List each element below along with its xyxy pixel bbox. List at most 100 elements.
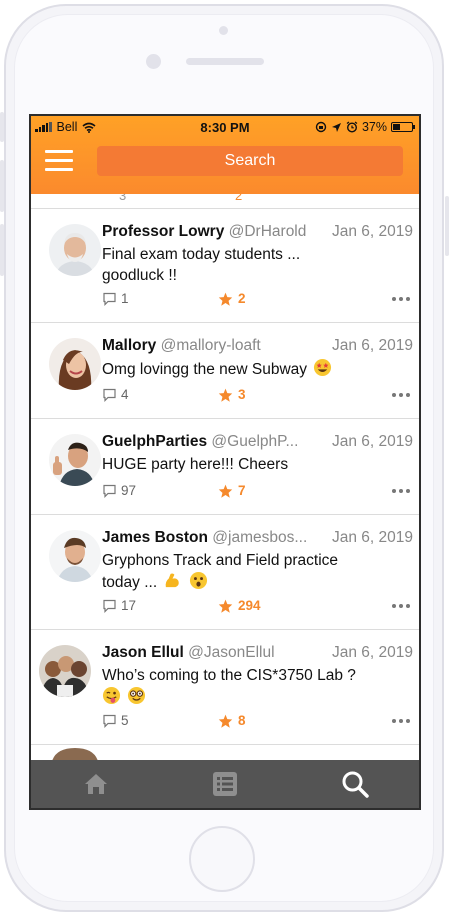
app-header: Bell 8:30 PM 37% Search — [31, 116, 419, 194]
tweet-actions: 1 2 — [102, 291, 412, 309]
star-count: 3 — [238, 387, 246, 402]
flexed-biceps-emoji-icon — [166, 573, 180, 588]
favorite-button[interactable]: 8 — [218, 713, 246, 728]
reply-count: 97 — [121, 483, 137, 498]
tab-bar — [31, 760, 419, 808]
user-handle: @JasonEllul — [188, 644, 275, 661]
power-button — [445, 196, 449, 256]
alarm-icon — [346, 121, 358, 133]
volume-down-button — [0, 224, 4, 276]
avatar[interactable] — [49, 530, 101, 582]
tweet-text: Gryphons Track and Field practice today … — [102, 550, 402, 593]
tweet-actions: 4 3 — [102, 387, 412, 405]
winking-tongue-emoji-icon — [102, 686, 121, 705]
star-icon — [218, 484, 233, 498]
tweet-text-line: Final exam today students ... — [102, 246, 301, 263]
partial-star-count: 2 — [235, 194, 243, 203]
reply-button[interactable]: 97 — [102, 483, 136, 498]
user-handle: @mallory-loaft — [160, 337, 261, 354]
list-icon — [212, 772, 237, 796]
nerd-face-emoji-icon — [128, 686, 146, 705]
star-icon — [218, 388, 233, 402]
status-bar: Bell 8:30 PM 37% — [31, 116, 419, 138]
comment-icon — [103, 599, 116, 613]
avatar[interactable] — [49, 338, 101, 390]
tweet-text-line: today ... — [102, 574, 158, 591]
earpiece-speaker — [186, 58, 264, 65]
tweet-item[interactable]: Professor Lowry @DrHarold Jan 6, 2019 Fi… — [31, 209, 419, 323]
more-options-icon[interactable] — [392, 604, 410, 608]
tweet-text: HUGE party here!!! Cheers — [102, 454, 402, 475]
tweet-date: Jan 6, 2019 — [327, 223, 413, 241]
star-count: 8 — [238, 713, 246, 728]
tweet-date: Jan 6, 2019 — [327, 433, 413, 451]
tweet-feed[interactable]: 3 2 Professor Lowry @DrHarold Jan 6, 201… — [31, 194, 419, 760]
reply-button[interactable]: 1 — [102, 291, 129, 306]
favorite-button[interactable]: 2 — [218, 291, 246, 306]
reply-button[interactable]: 17 — [102, 598, 136, 613]
tweet-text: Who’s coming to the CIS*3750 Lab ? — [102, 665, 402, 708]
more-options-icon[interactable] — [392, 489, 410, 493]
star-struck-emoji-icon — [314, 358, 332, 377]
favorite-button[interactable]: 3 — [218, 387, 246, 402]
star-icon — [218, 599, 233, 613]
tab-search[interactable] — [290, 760, 419, 808]
tweet-text-line: Omg lovingg the new Subway — [102, 361, 308, 378]
star-icon — [218, 714, 233, 728]
reply-button[interactable]: 5 — [102, 713, 129, 728]
battery-icon — [391, 122, 415, 132]
home-button[interactable] — [189, 826, 255, 892]
star-count: 294 — [238, 598, 261, 613]
tweet-item[interactable]: GuelphParties @GuelphP... Jan 6, 2019 HU… — [31, 419, 419, 515]
favorite-button[interactable]: 7 — [218, 483, 246, 498]
battery-percent: 37% — [361, 120, 387, 134]
avatar[interactable] — [49, 434, 101, 486]
tab-home[interactable] — [31, 760, 160, 808]
tweet-item[interactable]: James Boston @jamesbos... Jan 6, 2019 Gr… — [31, 515, 419, 630]
partial-tweet-top: 3 2 — [31, 194, 419, 209]
orientation-lock-icon — [315, 121, 327, 133]
tweet-text: Omg lovingg the new Subway — [102, 358, 402, 380]
more-options-icon[interactable] — [392, 393, 410, 397]
more-options-icon[interactable] — [392, 719, 410, 723]
reply-button[interactable]: 4 — [102, 387, 129, 402]
comment-icon — [103, 714, 116, 728]
tab-list[interactable] — [160, 760, 289, 808]
display-name: James Boston — [102, 529, 208, 546]
avatar[interactable] — [39, 645, 91, 697]
tweet-actions: 17 294 — [102, 598, 412, 616]
tweet-item[interactable]: Jason Ellul @JasonEllul Jan 6, 2019 Who’… — [31, 630, 419, 745]
app-screen: Bell 8:30 PM 37% Search 3 2 Professor Lo… — [29, 114, 421, 810]
search-button[interactable]: Search — [97, 146, 403, 176]
avatar[interactable] — [49, 224, 101, 276]
tweet-text-line: goodluck !! — [102, 267, 177, 284]
menu-icon[interactable] — [45, 150, 73, 172]
tweet-text-line: Gryphons Track and Field practice — [102, 552, 339, 569]
tweet-actions: 97 7 — [102, 483, 412, 501]
sensor-dot — [219, 26, 228, 35]
volume-up-button — [0, 160, 4, 212]
display-name: Jason Ellul — [102, 644, 184, 661]
avatar — [52, 748, 98, 760]
reply-count: 1 — [121, 291, 129, 306]
tweet-item[interactable]: Mallory @mallory-loaft Jan 6, 2019 Omg l… — [31, 323, 419, 419]
user-handle: @GuelphP... — [211, 433, 299, 450]
display-name: GuelphParties — [102, 433, 208, 450]
comment-icon — [103, 292, 116, 306]
partial-tweet-bottom — [31, 742, 419, 760]
user-handle: @DrHarold — [228, 223, 307, 240]
tweet-text-line: Who’s coming to the CIS*3750 Lab ? — [102, 667, 356, 684]
favorite-button[interactable]: 294 — [218, 598, 261, 613]
reply-count: 4 — [121, 387, 129, 402]
tweet-date: Jan 6, 2019 — [327, 644, 413, 662]
star-count: 2 — [238, 291, 246, 306]
tweet-text: Final exam today students ... goodluck !… — [102, 244, 402, 286]
display-name: Professor Lowry — [102, 223, 225, 240]
more-options-icon[interactable] — [392, 297, 410, 301]
tweet-date: Jan 6, 2019 — [327, 337, 413, 355]
location-arrow-icon — [331, 122, 341, 132]
comment-icon — [103, 484, 116, 498]
partial-reply-count: 3 — [119, 194, 127, 203]
silent-switch — [0, 112, 4, 142]
star-icon — [218, 292, 233, 306]
